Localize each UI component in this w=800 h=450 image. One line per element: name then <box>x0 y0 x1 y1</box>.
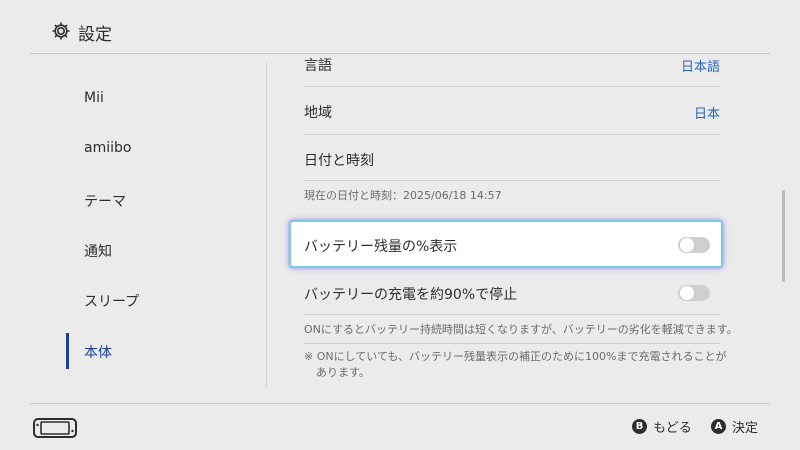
region-label: 地域 <box>304 105 332 121</box>
battery-limit-label: バッテリーの充電を約90%で停止 <box>304 287 518 303</box>
setting-row-battery-percent[interactable]: バッテリー残量の%表示 <box>304 222 720 266</box>
toggle-knob <box>680 286 694 300</box>
battery-limit-note: ONにするとバッテリー持続時間は短くなりますが、バッテリーの劣化を軽減できます。 <box>304 323 738 336</box>
setting-row-region[interactable]: 地域 日本 <box>304 87 720 133</box>
switch-console-icon[interactable] <box>33 418 77 438</box>
scrollbar[interactable] <box>782 190 785 282</box>
b-button-icon: B <box>632 418 647 434</box>
a-button-icon: A <box>711 418 726 434</box>
setting-row-battery-limit[interactable]: バッテリーの充電を約90%で停止 <box>304 270 720 314</box>
battery-limit-toggle[interactable] <box>678 285 710 301</box>
sidebar-item-sleep[interactable]: スリープ <box>84 291 139 311</box>
confirm-hint[interactable]: A 決定 <box>711 416 758 436</box>
row-divider <box>304 343 720 344</box>
row-divider <box>304 180 720 181</box>
battery-percent-toggle[interactable] <box>678 237 710 253</box>
sidebar-item-mii[interactable]: Mii <box>84 90 104 106</box>
header: 設定 <box>0 0 800 53</box>
sidebar-active-indicator <box>66 333 69 369</box>
back-label: もどる <box>653 420 692 436</box>
gear-icon <box>52 22 70 40</box>
sidebar-item-system[interactable]: 本体 <box>84 342 112 362</box>
battery-limit-note2-line1: ※ ONにしていても、バッテリー残量表示の補正のために100%まで充電されること… <box>304 350 727 363</box>
sidebar-item-notifications[interactable]: 通知 <box>84 241 112 261</box>
toggle-knob <box>680 238 694 252</box>
sidebar: Mii amiibo テーマ 通知 スリープ 本体 <box>0 54 266 394</box>
sidebar-item-amiibo[interactable]: amiibo <box>84 140 131 156</box>
region-value: 日本 <box>693 107 720 122</box>
setting-row-datetime[interactable]: 日付と時刻 <box>304 135 720 181</box>
row-divider <box>304 314 720 315</box>
language-label: 言語 <box>304 58 332 74</box>
confirm-label: 決定 <box>732 420 759 436</box>
language-value: 日本語 <box>680 60 720 75</box>
back-hint[interactable]: B もどる <box>632 416 692 436</box>
battery-limit-note2-line2: あります。 <box>316 366 370 379</box>
datetime-label: 日付と時刻 <box>304 153 374 169</box>
sidebar-item-theme[interactable]: テーマ <box>84 191 126 211</box>
battery-percent-label: バッテリー残量の%表示 <box>304 239 458 255</box>
settings-panel: 言語 日本語 地域 日本 日付と時刻 現在の日付と時刻：2025/06/18 1… <box>290 54 738 394</box>
footer: B もどる A 決定 <box>0 404 800 450</box>
pane-divider <box>266 62 267 388</box>
setting-row-language[interactable]: 言語 日本語 <box>304 54 720 86</box>
datetime-note: 現在の日付と時刻：2025/06/18 14:57 <box>304 189 502 202</box>
page-title: 設定 <box>78 25 112 45</box>
